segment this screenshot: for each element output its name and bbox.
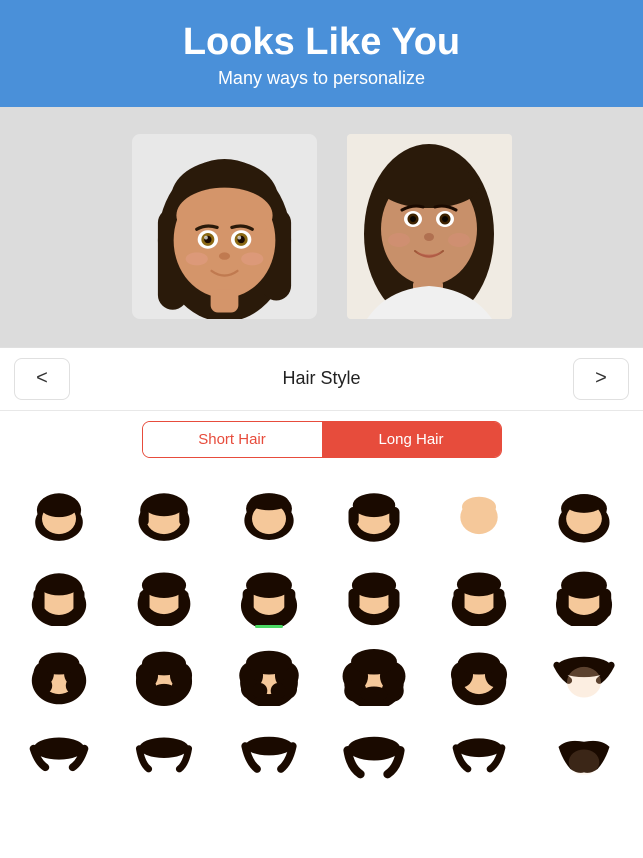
hair-item[interactable] <box>532 472 637 552</box>
hair-item[interactable] <box>6 632 111 712</box>
next-button[interactable]: > <box>573 358 629 400</box>
hair-item[interactable] <box>321 472 426 552</box>
hair-item[interactable] <box>6 552 111 632</box>
preview-area <box>0 107 643 347</box>
emoji-avatar <box>132 134 317 319</box>
hair-grid <box>0 468 643 796</box>
long-hair-button[interactable]: Long Hair <box>322 422 501 457</box>
hair-item[interactable] <box>111 712 216 792</box>
hair-item[interactable] <box>532 712 637 792</box>
hair-item[interactable] <box>6 472 111 552</box>
app-subtitle: Many ways to personalize <box>20 68 623 89</box>
header: Looks Like You Many ways to personalize <box>0 0 643 107</box>
hair-item[interactable] <box>111 472 216 552</box>
hair-item[interactable] <box>216 552 321 632</box>
nav-bar: < Hair Style > <box>0 348 643 411</box>
hair-item[interactable] <box>532 632 637 712</box>
hair-item[interactable] <box>216 632 321 712</box>
short-hair-button[interactable]: Short Hair <box>143 422 322 457</box>
prev-button[interactable]: < <box>14 358 70 400</box>
hair-item[interactable] <box>111 552 216 632</box>
controls-area: < Hair Style > Short Hair Long Hair <box>0 347 643 796</box>
hair-item[interactable] <box>427 712 532 792</box>
hair-item[interactable] <box>6 712 111 792</box>
section-title: Hair Style <box>282 368 360 389</box>
hair-item[interactable] <box>427 472 532 552</box>
app-title: Looks Like You <box>20 22 623 64</box>
hair-item[interactable] <box>532 552 637 632</box>
hair-item[interactable] <box>216 712 321 792</box>
hair-item[interactable] <box>321 712 426 792</box>
hair-item[interactable] <box>321 632 426 712</box>
user-photo <box>347 134 512 319</box>
hair-item[interactable] <box>216 472 321 552</box>
hair-item[interactable] <box>111 632 216 712</box>
segmented-control: Short Hair Long Hair <box>142 421 502 458</box>
hair-item[interactable] <box>321 552 426 632</box>
hair-item[interactable] <box>427 632 532 712</box>
hair-item[interactable] <box>427 552 532 632</box>
